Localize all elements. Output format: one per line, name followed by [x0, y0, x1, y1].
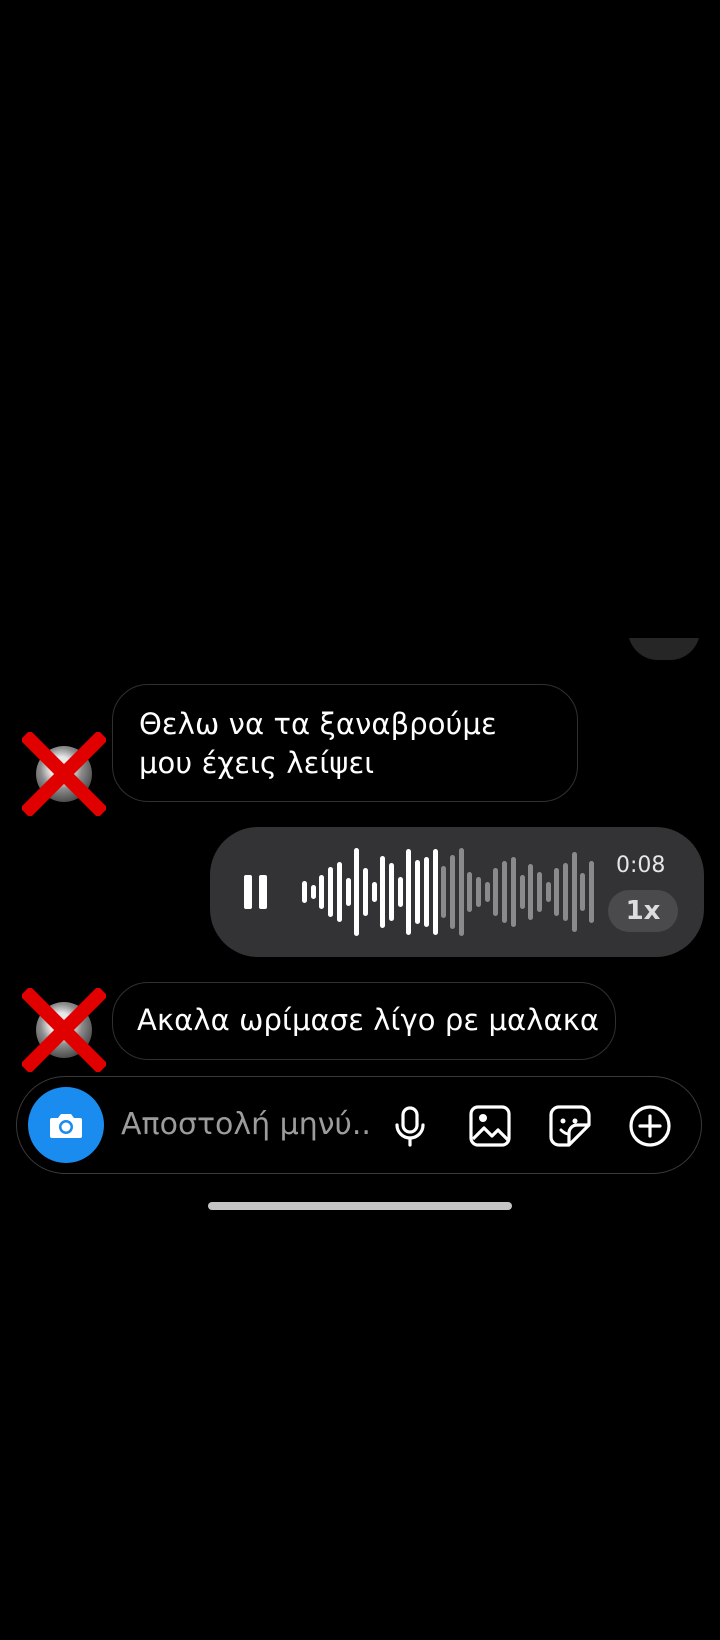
waveform-bar — [389, 863, 394, 921]
voice-duration: 0:08 — [616, 853, 666, 878]
waveform-bar — [563, 863, 568, 921]
voice-message-bubble[interactable]: 0:08 1x — [210, 827, 704, 957]
waveform-bar — [484, 882, 490, 902]
waveform-bar — [345, 878, 351, 906]
camera-button[interactable] — [28, 1087, 104, 1163]
waveform-bar — [467, 872, 473, 912]
waveform-bar — [362, 868, 368, 916]
waveform-bar — [415, 860, 421, 924]
waveform-bar — [580, 873, 586, 911]
camera-icon — [50, 1114, 82, 1138]
waveform-bar — [545, 882, 551, 902]
audio-waveform[interactable] — [302, 843, 598, 941]
pause-icon[interactable] — [244, 875, 268, 909]
avatar[interactable] — [22, 732, 106, 816]
waveform-bar — [502, 861, 508, 923]
waveform-bar — [476, 877, 481, 907]
sticker-icon[interactable] — [547, 1103, 593, 1149]
waveform-bar — [510, 857, 516, 927]
home-indicator[interactable] — [208, 1202, 512, 1210]
waveform-bar — [336, 862, 342, 922]
red-cross-icon — [22, 988, 106, 1072]
microphone-icon[interactable] — [387, 1103, 433, 1149]
waveform-bar — [423, 857, 429, 927]
waveform-bar — [589, 861, 595, 923]
waveform-bar — [371, 882, 377, 902]
waveform-bar — [406, 849, 412, 935]
message-composer: Αποστολή μηνύ... — [16, 1076, 702, 1174]
waveform-bar — [519, 875, 525, 909]
avatar[interactable] — [22, 988, 106, 1072]
waveform-bar — [449, 855, 455, 929]
waveform-bar — [397, 877, 403, 907]
waveform-bar — [380, 856, 386, 928]
playback-speed-button[interactable]: 1x — [608, 890, 678, 932]
incoming-message-bubble[interactable]: Θελω να τα ξαναβρούμε μου έχεις λείψει — [112, 684, 578, 802]
waveform-bar — [328, 867, 334, 917]
waveform-bar — [302, 881, 307, 903]
incoming-message-bubble[interactable]: Ακαλα ωρίμασε λίγο ρε μαλακα — [112, 982, 616, 1060]
waveform-bar — [319, 875, 325, 909]
waveform-bar — [493, 868, 499, 916]
waveform-bar — [310, 885, 316, 899]
waveform-bar — [458, 848, 464, 936]
plus-icon[interactable] — [627, 1103, 673, 1149]
waveform-bar — [554, 868, 560, 916]
waveform-bar — [432, 849, 438, 935]
message-input[interactable]: Αποστολή μηνύ... — [121, 1105, 373, 1145]
waveform-bar — [441, 866, 447, 918]
waveform-bar — [528, 864, 534, 920]
message-text: Θελω να τα ξαναβρούμε μου έχεις λείψει — [139, 707, 497, 780]
waveform-bar — [571, 852, 577, 932]
waveform-bar — [536, 872, 542, 912]
message-text: Ακαλα ωρίμασε λίγο ρε μαλακα — [137, 1003, 600, 1037]
waveform-bar — [354, 848, 360, 936]
gallery-icon[interactable] — [467, 1103, 513, 1149]
red-cross-icon — [22, 732, 106, 816]
previous-message-bubble — [628, 638, 700, 660]
